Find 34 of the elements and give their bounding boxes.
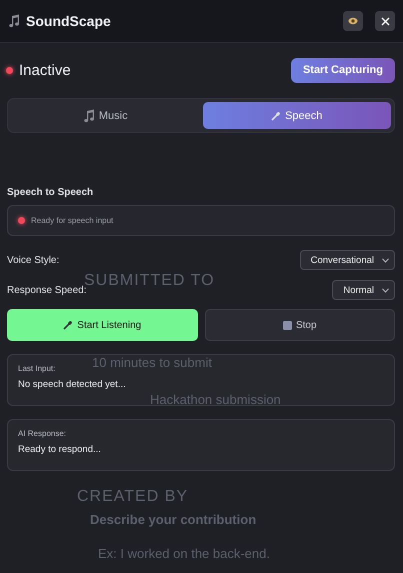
microphone-icon (271, 110, 282, 120)
eye-icon (348, 17, 358, 25)
microphone-icon (63, 320, 74, 330)
stop-icon (282, 320, 292, 330)
stop-button[interactable]: Stop (204, 309, 395, 341)
background-page-text: SUBMITTED TO (84, 272, 215, 289)
card-title: Last Input: (18, 364, 56, 373)
background-page-text: Hackathon submission (150, 392, 281, 407)
background-page-text: 10 minutes to submit (92, 355, 212, 370)
background-page-text: CREATED BY (77, 488, 188, 506)
eye-button[interactable] (343, 11, 363, 31)
setting-dropdown[interactable]: Normal (332, 280, 395, 300)
start-capturing-button[interactable]: Start Capturing (290, 58, 395, 82)
music-note-icon (8, 14, 20, 28)
setting-dropdown[interactable]: Conversational (300, 250, 395, 270)
background-page-text: Ex: I worked on the back-end. (98, 546, 270, 561)
music-note-icon (82, 108, 95, 122)
setting-label: Voice Style: (7, 254, 60, 266)
start-listening-button[interactable]: Start Listening (7, 309, 198, 341)
setting-label: Response Speed: (7, 284, 87, 296)
card-text: Ready to respond... (18, 444, 102, 455)
window-title: SoundScape (26, 13, 112, 29)
section-title: Speech to Speech (7, 187, 94, 198)
mode-tab[interactable]: Speech (202, 102, 391, 129)
close-icon (380, 16, 390, 26)
chevron-down-icon (382, 288, 389, 292)
mode-tab[interactable]: Music (11, 102, 200, 129)
background-page-text: Describe your contribution (90, 512, 256, 527)
close-button[interactable] (375, 11, 395, 31)
speech-status-text: Ready for speech input (31, 216, 114, 225)
status-label: Inactive (19, 62, 72, 78)
chevron-down-icon (382, 258, 389, 262)
card-title: AI Response: (18, 429, 68, 438)
card-text: No speech detected yet... (18, 379, 127, 390)
